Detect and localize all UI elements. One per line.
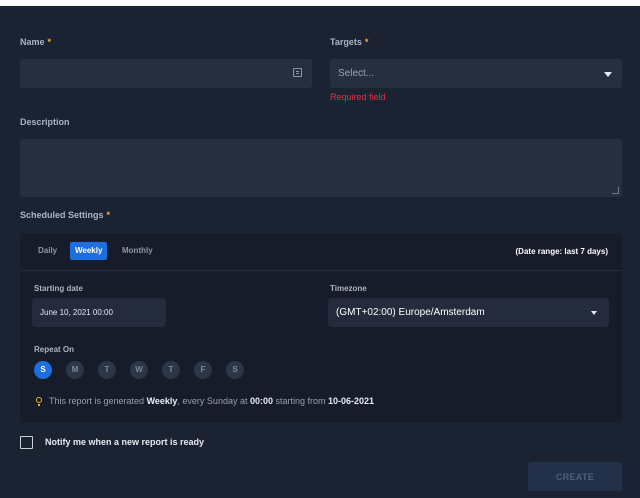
notify-label[interactable]: Notify me when a new report is ready [45,437,204,447]
date-range-text: (Date range: last 7 days) [515,247,608,256]
description-field-container [20,139,626,201]
day-sunday[interactable]: S [34,361,52,379]
name-input[interactable] [28,66,282,83]
create-report-form: Name * Targets * Select... Required field … [0,6,640,498]
day-saturday[interactable]: S [226,361,244,379]
tab-daily[interactable]: Daily [33,242,62,260]
timezone-select[interactable]: (GMT+02:00) Europe/Amsterdam [328,298,609,327]
timezone-label: Timezone [330,284,367,293]
timezone-value: (GMT+02:00) Europe/Amsterdam [336,307,485,318]
id-card-icon [293,68,302,77]
day-thursday[interactable]: T [162,361,180,379]
day-wednesday[interactable]: W [130,361,148,379]
targets-placeholder: Select... [338,68,375,79]
schedule-info-text: This report is generated Weekly, every S… [49,396,375,406]
chevron-down-icon [604,72,612,77]
tab-weekly[interactable]: Weekly [70,242,108,260]
notify-checkbox[interactable] [20,436,33,449]
frequency-tabs: Daily Weekly Monthly (Date range: last 7… [20,233,622,271]
resize-grip-icon[interactable] [612,187,619,194]
create-button[interactable]: CREATE [528,462,622,491]
targets-label: Targets * [330,37,369,47]
targets-select[interactable]: Select... [330,59,622,88]
lightbulb-icon [36,397,42,406]
description-textarea[interactable] [20,139,626,201]
starting-date-value: June 10, 2021 00:00 [40,308,113,317]
name-field-container [20,59,312,88]
day-tuesday[interactable]: T [98,361,116,379]
repeat-on-label: Repeat On [34,345,75,354]
name-label: Name * [20,37,52,47]
starting-date-input[interactable]: June 10, 2021 00:00 [32,298,166,327]
starting-date-label: Starting date [34,284,83,293]
scheduled-settings-panel: Daily Weekly Monthly (Date range: last 7… [20,233,622,423]
chevron-down-icon [591,311,597,315]
scheduled-settings-label: Scheduled Settings * [20,210,111,220]
tab-monthly[interactable]: Monthly [117,242,158,260]
day-monday[interactable]: M [66,361,84,379]
day-friday[interactable]: F [194,361,212,379]
targets-error: Required field [330,92,386,102]
description-label: Description [20,117,70,127]
